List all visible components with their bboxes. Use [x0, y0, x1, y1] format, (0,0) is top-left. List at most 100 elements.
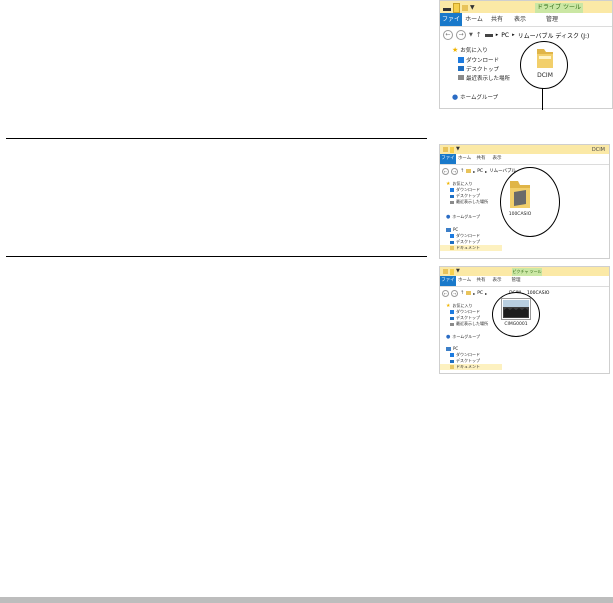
documents-icon [450, 246, 454, 250]
page-footer-bar [0, 597, 613, 603]
breadcrumb-separator: ▸ [473, 290, 476, 296]
nav-favorites[interactable]: ★ お気に入り [440, 45, 518, 55]
nav-favorites[interactable]: ★ お気に入り [440, 180, 502, 187]
star-icon: ★ [452, 46, 459, 54]
folder-icon [466, 169, 472, 173]
breadcrumb-pc[interactable]: PC [477, 291, 483, 296]
nav-label: ホームグループ [460, 95, 499, 101]
folder-icon[interactable] [535, 46, 555, 70]
homegroup-icon: ● [452, 93, 459, 101]
context-tab-picture-tools[interactable]: ピクチャ ツール [512, 268, 542, 276]
up-button[interactable]: ↑ [460, 290, 464, 296]
title-bar: ▼ DCIM [440, 145, 609, 154]
tab-share[interactable]: 共有 [473, 276, 489, 286]
tab-home[interactable]: ホーム [462, 13, 486, 26]
recent-places-icon [450, 200, 454, 204]
tab-manage[interactable]: 管理 [505, 276, 527, 286]
nav-recent[interactable]: 最近表示した場所 [440, 199, 502, 205]
nav-homegroup[interactable]: ● ホームグループ [440, 92, 518, 102]
tab-view[interactable]: 表示 [489, 154, 505, 164]
separator-1 [6, 138, 427, 139]
quick-access-toolbar: ▼ [443, 3, 475, 13]
folder-icon[interactable] [508, 178, 532, 210]
recent-places-icon [458, 75, 464, 80]
breadcrumb-separator: ▸ [485, 168, 488, 174]
quick-access-toolbar: ▼ [443, 146, 460, 153]
folder-label: DCIM [537, 72, 553, 79]
up-button[interactable]: ↑ [476, 31, 482, 39]
tab-manage[interactable]: 管理 [532, 13, 572, 26]
new-folder-icon[interactable] [462, 5, 468, 11]
explorer-window-dcim: ▼ DCIM ファイル ホーム 共有 表示 ← → ↑ ▸ PC ▸ リムーバブ… [439, 144, 610, 259]
properties-icon[interactable] [453, 3, 460, 13]
breadcrumb-pc[interactable]: PC [477, 169, 483, 174]
tab-file[interactable]: ファイル [440, 154, 456, 171]
window-title: DCIM [591, 147, 605, 153]
breadcrumb-pc[interactable]: PC [501, 32, 509, 39]
tab-home[interactable]: ホーム [456, 154, 473, 164]
download-icon [450, 234, 454, 238]
tab-view[interactable]: 表示 [489, 276, 505, 286]
nav-homegroup[interactable]: ● ホームグループ [440, 333, 502, 340]
nav-label: ドキュメント [456, 245, 480, 250]
forward-button[interactable]: → [451, 167, 458, 175]
separator-2 [6, 256, 427, 257]
download-icon [450, 353, 454, 357]
tab-home[interactable]: ホーム [456, 276, 473, 286]
navigation-pane: ★ お気に入り ダウンロード デスクトップ 最近表示した場所 ● ホームグループ [440, 45, 518, 108]
drive-icon [484, 33, 493, 37]
photo-thumbnail-icon[interactable] [501, 298, 531, 320]
nav-homegroup[interactable]: ● ホームグループ [440, 213, 502, 220]
download-icon [450, 310, 454, 314]
back-button[interactable]: ← [442, 167, 449, 175]
up-button[interactable]: ↑ [460, 168, 464, 174]
chevron-down-icon[interactable]: ▼ [470, 4, 475, 12]
recent-locations-chevron-icon[interactable]: ▼ [469, 32, 473, 38]
breadcrumb-100casio[interactable]: 100CASIO [527, 291, 550, 296]
callout-leader-line [542, 88, 543, 110]
navigation-pane: ★ お気に入り ダウンロード デスクトップ 最近表示した場所 ● ホームグループ P… [440, 180, 502, 258]
nav-label: ホームグループ [452, 213, 481, 219]
breadcrumb-separator: ▸ [495, 32, 499, 38]
file-label: CIMG0001 [504, 322, 528, 327]
context-tab-drive-tools[interactable]: ドライブ ツール [535, 3, 583, 13]
nav-downloads[interactable]: ダウンロード [440, 55, 518, 64]
back-button[interactable]: ← [442, 289, 449, 297]
tab-view[interactable]: 表示 [508, 13, 532, 26]
chevron-down-icon[interactable]: ▼ [456, 146, 460, 153]
address-bar[interactable]: ← → ▼ ↑ ▸ PC ▸ リムーバブル ディスク (J:) [440, 28, 612, 42]
nav-pc-documents[interactable]: ドキュメント [440, 245, 502, 251]
nav-label: PC [453, 227, 459, 232]
documents-icon [450, 365, 454, 369]
explorer-window-drive: ▼ ドライブ ツール ファイル ホーム 共有 表示 管理 ← → ▼ ↑ ▸ P… [439, 0, 613, 109]
nav-desktop[interactable]: デスクトップ [440, 64, 518, 73]
folder-icon [466, 291, 472, 295]
properties-icon[interactable] [450, 146, 454, 153]
nav-label: 最近表示した場所 [466, 75, 511, 82]
forward-button[interactable]: → [456, 30, 466, 40]
nav-label: ドキュメント [456, 364, 480, 369]
tab-share[interactable]: 共有 [486, 13, 508, 26]
ribbon-tabs: ファイル ホーム 共有 表示 管理 [440, 13, 612, 36]
chevron-down-icon[interactable]: ▼ [456, 268, 460, 275]
nav-pc-documents[interactable]: ドキュメント [440, 364, 502, 370]
ribbon-tabs: ファイル ホーム 共有 表示 [440, 154, 609, 171]
recent-places-icon [450, 322, 454, 326]
breadcrumb-separator: ▸ [473, 168, 476, 174]
nav-pc[interactable]: PC [440, 226, 502, 233]
properties-icon[interactable] [450, 268, 454, 275]
nav-recent[interactable]: 最近表示した場所 [440, 73, 518, 82]
nav-label: デスクトップ [466, 66, 500, 73]
folder-icon [443, 269, 448, 274]
nav-label: お気に入り [452, 302, 473, 308]
computer-icon [446, 346, 451, 351]
title-bar: ▼ ピクチャ ツール [440, 267, 609, 276]
desktop-icon [450, 194, 454, 198]
tab-share[interactable]: 共有 [473, 154, 489, 164]
nav-pc[interactable]: PC [440, 345, 502, 352]
breadcrumb-drive[interactable]: リムーバブル ディスク (J:) [518, 31, 590, 40]
back-button[interactable]: ← [443, 30, 453, 40]
forward-button[interactable]: → [451, 289, 458, 297]
tab-file[interactable]: ファイル [440, 276, 456, 293]
tab-file[interactable]: ファイル [440, 13, 462, 36]
